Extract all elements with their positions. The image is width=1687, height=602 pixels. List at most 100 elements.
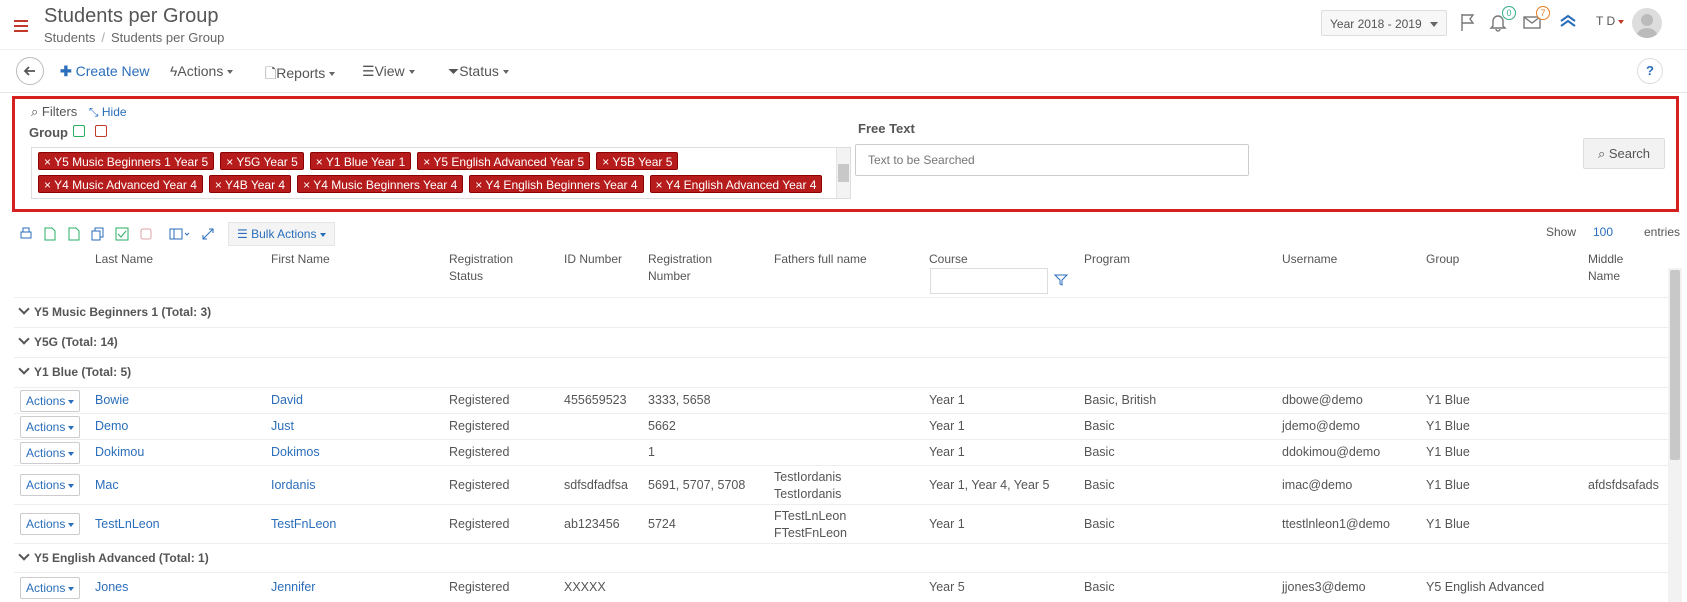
chevron-down-icon xyxy=(329,72,336,77)
print-icon[interactable] xyxy=(14,224,38,244)
group-chip[interactable]: × Y4 Music Advanced Year 4 xyxy=(38,175,203,193)
first-name-link[interactable]: Jennifer xyxy=(271,579,315,596)
chevron-down-icon xyxy=(1618,19,1625,24)
col-course[interactable]: Course xyxy=(929,251,968,268)
row-actions-button[interactable]: Actions xyxy=(20,442,80,464)
group-chip[interactable]: × Y5B Year 5 xyxy=(596,152,679,170)
row-actions-button[interactable]: Actions xyxy=(20,513,80,535)
group-chip[interactable]: × Y4B Year 4 xyxy=(208,175,292,193)
id-number: sdfsdfadfsa xyxy=(564,478,628,492)
select-all-icon[interactable] xyxy=(73,125,85,137)
group-chip[interactable]: × Y5 English Advanced Year 5 xyxy=(417,152,591,170)
col-middle-name[interactable]: Middle Name xyxy=(1588,251,1623,285)
filter-icon[interactable] xyxy=(1053,273,1069,290)
year-select[interactable]: Year 2018 - 2019 xyxy=(1321,10,1447,36)
check-all-icon[interactable] xyxy=(110,224,134,244)
row-actions-button[interactable]: Actions xyxy=(20,577,80,599)
col-registration-status[interactable]: Registration Status xyxy=(449,251,513,285)
fathers-name-line: FTestFnLeon xyxy=(774,526,847,540)
last-name-link[interactable]: Demo xyxy=(95,418,128,435)
group-chip[interactable]: × Y5G Year 5 xyxy=(220,152,304,170)
search-label: Search xyxy=(1608,146,1651,161)
back-button[interactable] xyxy=(16,57,44,85)
chevron-down-icon xyxy=(1430,22,1438,27)
col-program[interactable]: Program xyxy=(1084,251,1130,268)
col-fathers-full-name[interactable]: Fathers full name xyxy=(774,251,867,268)
columns-icon[interactable] xyxy=(164,224,196,244)
menu-icon[interactable] xyxy=(14,20,28,32)
excel-icon[interactable] xyxy=(38,224,62,244)
mail-icon[interactable]: 7 xyxy=(1522,6,1550,32)
chips-scrollbar-thumb[interactable] xyxy=(838,164,849,182)
help-button[interactable]: ? xyxy=(1637,58,1663,84)
last-name-link[interactable]: Jones xyxy=(95,579,128,596)
registration-status: Registered xyxy=(449,445,510,459)
bulk-actions-button[interactable]: ☰ Bulk Actions xyxy=(228,222,335,246)
group-chip[interactable] xyxy=(38,198,110,199)
breadcrumb-students[interactable]: Students xyxy=(44,30,95,45)
first-name-link[interactable]: Iordanis xyxy=(271,477,315,494)
chip-label: Y4B Year 4 xyxy=(225,178,286,192)
first-name-link[interactable]: Just xyxy=(271,418,294,435)
free-text-input[interactable] xyxy=(855,144,1249,176)
chips-scrollbar[interactable] xyxy=(836,148,850,198)
group-chip[interactable]: × Y1 Blue Year 1 xyxy=(309,152,412,170)
row-actions-button[interactable]: Actions xyxy=(20,416,80,438)
group-chip[interactable]: × Y4 English Beginners Year 4 xyxy=(469,175,644,193)
row-actions-button[interactable]: Actions xyxy=(20,390,80,412)
page-size-select[interactable]: 100 xyxy=(1593,225,1613,239)
col-last-name[interactable]: Last Name xyxy=(95,251,153,268)
create-new-button[interactable]: ✚ Create New xyxy=(60,63,150,80)
group-row[interactable]: Y5 English Advanced (Total: 1) xyxy=(14,543,1668,572)
col-registration-number[interactable]: Registration Number xyxy=(648,251,712,285)
col-id-number[interactable]: ID Number xyxy=(564,251,622,268)
row-actions-button[interactable]: Actions xyxy=(20,474,80,496)
last-name-link[interactable]: TestLnLeon xyxy=(95,516,160,533)
last-name-link[interactable]: Bowie xyxy=(95,392,129,409)
uncheck-all-icon[interactable] xyxy=(134,224,158,244)
group-chip[interactable] xyxy=(194,198,266,199)
col-username[interactable]: Username xyxy=(1282,251,1337,268)
group-row[interactable]: Y5 Music Beginners 1 (Total: 3) xyxy=(14,297,1668,326)
csv-icon[interactable] xyxy=(62,224,86,244)
chevron-down-icon xyxy=(68,483,75,488)
last-name-link[interactable]: Mac xyxy=(95,477,119,494)
col-label-line: Registration xyxy=(449,252,514,266)
course-filter-input[interactable] xyxy=(930,268,1048,294)
table-row: Actions Jones Jennifer Registered XXXXX … xyxy=(14,572,1668,602)
group-chip[interactable]: × Y5 Music Beginners 1 Year 5 xyxy=(38,152,215,170)
group-chip[interactable]: × Y4 English Advanced Year 4 xyxy=(649,175,823,193)
group-row[interactable]: Y1 Blue (Total: 5) xyxy=(14,357,1668,386)
user-menu[interactable]: T D xyxy=(1596,14,1625,28)
reports-menu-button[interactable]: 🗋Reports xyxy=(265,63,336,87)
bell-icon[interactable]: 0 xyxy=(1488,6,1516,32)
last-name-link[interactable]: Dokimou xyxy=(95,444,144,461)
group-chip[interactable]: × Y4 Music Beginners Year 4 xyxy=(297,175,464,193)
deselect-all-icon[interactable] xyxy=(95,125,107,137)
actions-menu-button[interactable]: ϟActions xyxy=(170,63,234,79)
status-menu-button[interactable]: ⏷Status xyxy=(448,63,509,80)
flag-icon[interactable] xyxy=(1458,12,1478,32)
view-menu-button[interactable]: ☰View xyxy=(362,63,415,80)
chip-label: Y4 English Advanced Year 4 xyxy=(665,178,817,192)
copy-icon[interactable] xyxy=(86,224,110,244)
table-scrollbar-thumb[interactable] xyxy=(1670,270,1680,460)
first-name-link[interactable]: Dokimos xyxy=(271,444,320,461)
search-button[interactable]: ⌕ Search xyxy=(1583,138,1665,169)
avatar[interactable] xyxy=(1632,8,1662,38)
group-chip[interactable] xyxy=(350,198,422,199)
messages-badge: 7 xyxy=(1536,6,1550,20)
group-chip[interactable] xyxy=(116,198,188,199)
col-group[interactable]: Group xyxy=(1426,251,1459,268)
group-row[interactable]: Y5G (Total: 14) xyxy=(14,327,1668,356)
group-chips-box[interactable]: × Y5 Music Beginners 1 Year 5 × Y5G Year… xyxy=(31,147,851,199)
expand-icon[interactable] xyxy=(196,224,220,244)
apps-icon[interactable] xyxy=(1558,12,1578,32)
col-first-name[interactable]: First Name xyxy=(271,251,330,268)
first-name-link[interactable]: David xyxy=(271,392,303,409)
first-name-link[interactable]: TestFnLeon xyxy=(271,516,336,533)
group-chip[interactable] xyxy=(272,198,344,199)
program: Basic xyxy=(1084,445,1115,459)
hide-filters-link[interactable]: ⤡ Hide xyxy=(89,105,127,119)
group-label: Group xyxy=(29,125,68,140)
